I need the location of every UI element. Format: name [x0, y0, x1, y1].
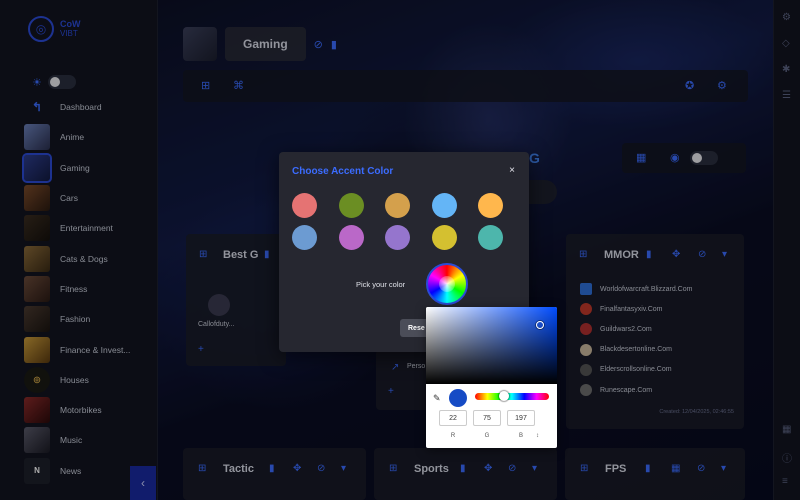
- hue-slider[interactable]: [475, 393, 549, 400]
- hue-handle[interactable]: [499, 391, 509, 401]
- dialog-title: Choose Accent Color: [292, 166, 394, 177]
- pick-color-label: Pick your color: [356, 280, 406, 289]
- swatch-4[interactable]: [478, 193, 503, 218]
- swatch-9[interactable]: [478, 224, 503, 250]
- saturation-handle[interactable]: [536, 321, 544, 329]
- blue-label: B: [518, 433, 523, 439]
- blue-input[interactable]: 197: [507, 410, 535, 426]
- rgb-labels: R G B: [439, 433, 535, 439]
- swatch-1[interactable]: [338, 193, 364, 218]
- rgb-inputs: 22 75 197: [439, 410, 535, 426]
- close-icon[interactable]: ×: [509, 165, 515, 176]
- swatch-6[interactable]: [338, 224, 364, 250]
- format-toggle-icon[interactable]: ↕: [536, 433, 539, 439]
- green-input[interactable]: 75: [473, 410, 501, 426]
- color-picker-popover: ✎ 22 75 197 R G B ↕: [426, 307, 557, 448]
- color-preview: [449, 389, 467, 407]
- swatch-7[interactable]: [385, 224, 410, 250]
- swatch-2[interactable]: [385, 193, 410, 218]
- saturation-area[interactable]: [426, 307, 557, 384]
- swatch-8[interactable]: [431, 224, 457, 250]
- eyedropper-icon[interactable]: ✎: [433, 393, 441, 404]
- color-swatches: [292, 193, 503, 250]
- green-label: G: [484, 433, 490, 439]
- swatch-5[interactable]: [292, 224, 317, 250]
- swatch-3[interactable]: [431, 193, 457, 218]
- swatch-0[interactable]: [292, 193, 317, 218]
- color-wheel-button[interactable]: [426, 263, 468, 305]
- red-input[interactable]: 22: [439, 410, 467, 426]
- red-label: R: [450, 433, 456, 439]
